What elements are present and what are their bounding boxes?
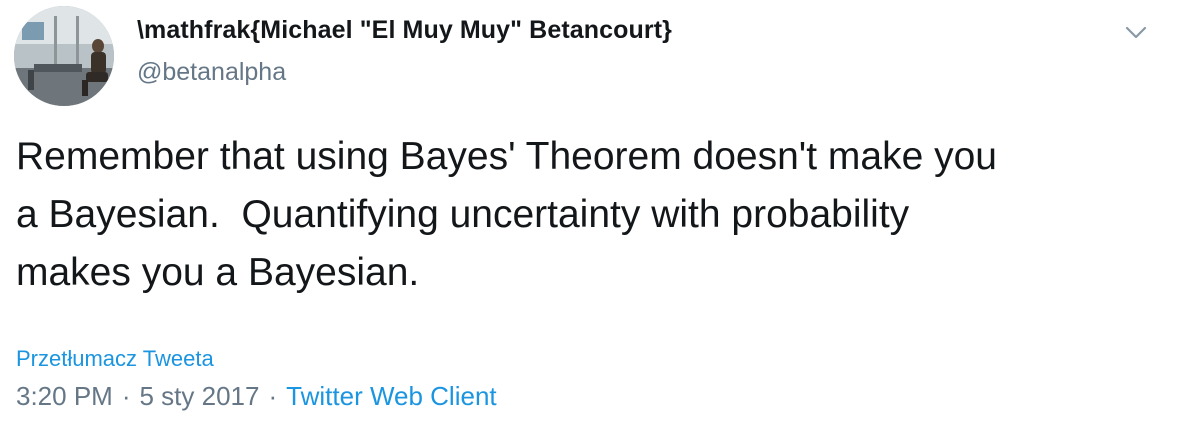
- meta-separator: ·: [268, 381, 278, 411]
- translate-tweet-link[interactable]: Przetłumacz Tweeta: [16, 346, 214, 372]
- tweet-date[interactable]: 5 sty 2017: [140, 381, 260, 411]
- meta-separator: ·: [121, 381, 131, 411]
- avatar[interactable]: [14, 6, 114, 106]
- tweet-time[interactable]: 3:20 PM: [16, 381, 113, 411]
- user-handle[interactable]: @betanalpha: [137, 58, 286, 87]
- display-name[interactable]: \mathfrak{Michael "El Muy Muy" Betancour…: [137, 16, 672, 45]
- tweet-meta: 3:20 PM · 5 sty 2017 · Twitter Web Client: [16, 381, 497, 412]
- tweet-text: Remember that using Bayes' Theorem doesn…: [16, 135, 997, 294]
- chevron-down-icon[interactable]: [1124, 22, 1148, 42]
- avatar-photo: [14, 6, 114, 106]
- tweet-source-link[interactable]: Twitter Web Client: [286, 381, 496, 411]
- tweet-card: \mathfrak{Michael "El Muy Muy" Betancour…: [0, 0, 1178, 430]
